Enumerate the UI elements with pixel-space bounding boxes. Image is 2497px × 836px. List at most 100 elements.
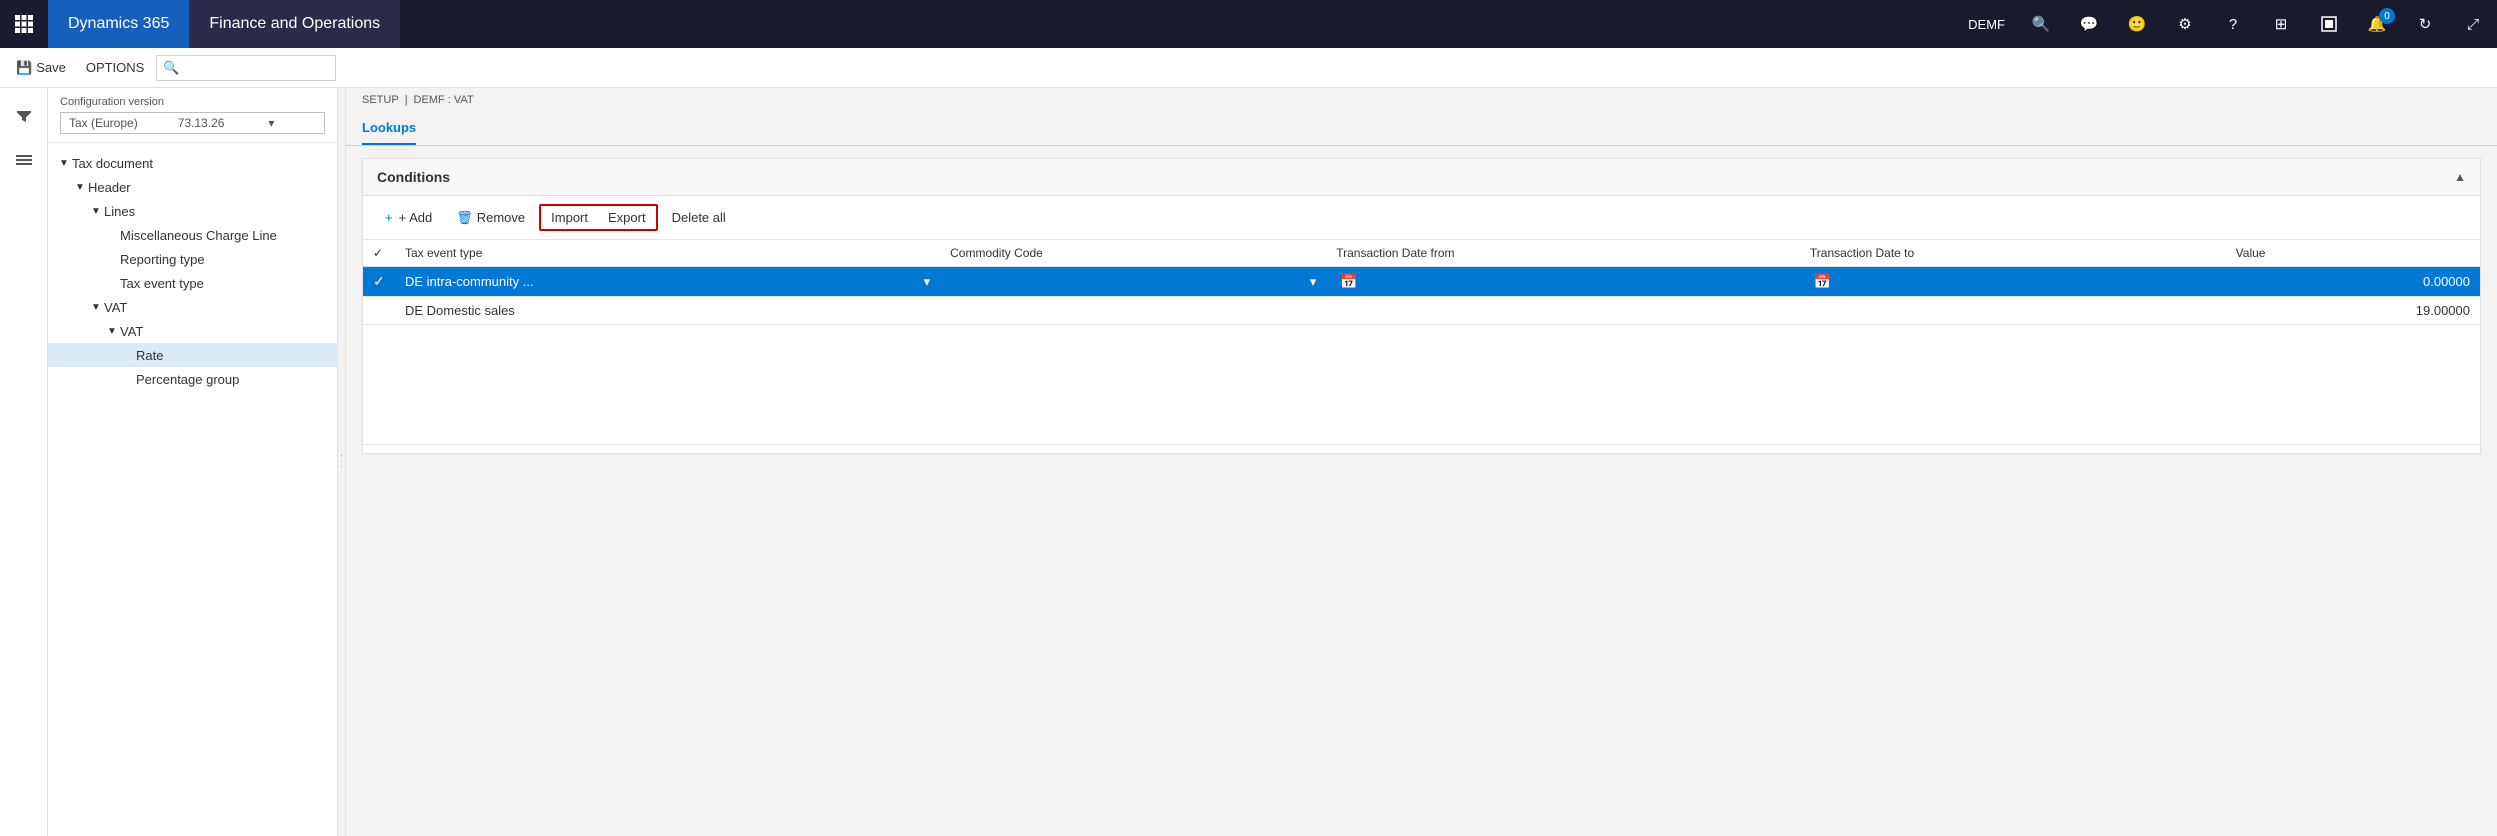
collapse-icon: ▲ [2454,170,2466,184]
tree-item-rate[interactable]: Rate [48,343,337,367]
row1-dropdown-icon[interactable]: ▾ [924,274,931,290]
toolbar-search[interactable]: 🔍 [156,55,336,81]
row1-commodity-code-cell[interactable]: ▾ [940,267,1326,297]
tabs-bar: Lookups [346,112,2497,146]
config-version-number: 73.13.26 [178,116,225,130]
row2-tax-event-value: DE Domestic sales [405,303,515,318]
save-icon: 💾 [16,60,32,76]
search-nav-button[interactable]: 🔍 [2017,0,2065,48]
row1-tax-event-type-cell[interactable]: DE intra-community ... ▾ [395,267,940,297]
row2-commodity-code-cell[interactable] [940,297,1326,325]
remove-button[interactable]: 🗑 Remove [446,206,535,230]
waffle-button[interactable] [0,0,48,48]
dropdown-icon: ▾ [268,116,274,130]
tree-item-misc-charge-line[interactable]: Miscellaneous Charge Line [48,223,337,247]
row2-value-cell[interactable]: 19.00000 [2226,297,2480,325]
row1-calendar-from-icon[interactable]: 📅 [1340,273,1357,290]
filter-icon-button[interactable] [4,96,44,136]
add-button[interactable]: + + Add [375,206,442,229]
grid-view-button[interactable]: ⊞ [2257,0,2305,48]
tree-item-vat-child[interactable]: ▼ VAT [48,319,337,343]
row1-date-from[interactable]: 📅 [1336,273,1790,290]
label-vat-child: VAT [120,324,143,339]
tree-item-tax-event-type[interactable]: Tax event type [48,271,337,295]
fullscreen-button[interactable]: ⤢ [2449,0,2497,48]
breadcrumb-setup: SETUP [362,94,399,106]
row1-tax-event-value: DE intra-community ... [405,274,534,289]
label-rate: Rate [136,348,163,363]
row2-tax-event-type-cell[interactable]: DE Domestic sales [395,297,940,325]
row2-check-cell [363,297,395,325]
menu-icon-button[interactable] [4,140,44,180]
row1-calendar-to-icon[interactable]: 📅 [1814,273,1831,290]
top-nav: Dynamics 365 Finance and Operations DEMF… [0,0,2497,48]
drag-handle[interactable]: ··· [338,88,346,836]
refresh-button[interactable]: ↻ [2401,0,2449,48]
tree-item-reporting-type[interactable]: Reporting type [48,247,337,271]
options-button[interactable]: OPTIONS [78,56,153,79]
toggle-vat-child: ▼ [104,323,120,339]
import-export-group: Import Export [539,204,657,231]
toggle-misc [104,227,120,243]
office-button[interactable] [2305,0,2353,48]
tree-item-lines[interactable]: ▼ Lines [48,199,337,223]
tree-panel: Configuration version Tax (Europe) 73.13… [48,88,338,836]
remove-icon: 🗑 [456,210,473,226]
conditions-section-header[interactable]: Conditions ▲ [363,159,2480,196]
toggle-header: ▼ [72,179,88,195]
tree-item-percentage-group[interactable]: Percentage group [48,367,337,391]
user-button[interactable]: 🙂 [2113,0,2161,48]
table-row[interactable]: ✓ DE intra-community ... ▾ [363,267,2480,297]
settings-button[interactable]: ⚙ [2161,0,2209,48]
row2-date-from-cell[interactable] [1326,297,1800,325]
export-button[interactable]: Export [598,206,656,229]
row1-checkmark: ✓ [373,273,385,290]
toggle-rate [120,347,136,363]
row2-date-to-cell[interactable] [1800,297,2226,325]
col-tax-event-type: Tax event type [395,240,940,267]
breadcrumb: SETUP | DEMF : VAT [346,88,2497,112]
row1-commodity-dropdown[interactable]: ▾ [1310,274,1317,290]
row1-date-from-cell[interactable]: 📅 [1326,267,1800,297]
table-header-row: ✓ Tax event type Commodity Code Transact… [363,240,2480,267]
tree-item-tax-document[interactable]: ▼ Tax document [48,151,337,175]
brand-area: Dynamics 365 Finance and Operations [48,0,400,48]
help-button[interactable]: ? [2209,0,2257,48]
save-button[interactable]: 💾 Save [8,56,74,80]
tab-lookups[interactable]: Lookups [362,112,416,145]
nav-right-area: DEMF 🔍 💬 🙂 ⚙ ? ⊞ 🔔 0 ↻ ⤢ [1956,0,2497,48]
tree-item-header[interactable]: ▼ Header [48,175,337,199]
row1-tax-event-select[interactable]: DE intra-community ... ▾ [405,274,930,290]
d365-label[interactable]: Dynamics 365 [48,0,189,48]
chat-button[interactable]: 💬 [2065,0,2113,48]
row1-commodity-select[interactable]: ▾ [950,274,1316,290]
toggle-tax-event [104,275,120,291]
add-icon: + [385,210,393,225]
row1-date-to-cell[interactable]: 📅 [1800,267,2226,297]
delete-all-button[interactable]: Delete all [662,206,736,229]
col-transaction-date-from: Transaction Date from [1326,240,1800,267]
search-icon: 🔍 [163,60,179,76]
notification-button[interactable]: 🔔 0 [2353,0,2401,48]
row1-value: 0.00000 [2423,274,2470,289]
conditions-table-wrapper: ✓ Tax event type Commodity Code Transact… [363,240,2480,453]
toggle-lines: ▼ [88,203,104,219]
conditions-toolbar: + + Add 🗑 Remove Import Export Delete [363,196,2480,240]
label-misc-charge-line: Miscellaneous Charge Line [120,228,277,243]
toggle-reporting [104,251,120,267]
label-vat-parent: VAT [104,300,127,315]
tree-content: ▼ Tax document ▼ Header ▼ Lines Miscella… [48,143,337,399]
toolbar: 💾 Save OPTIONS 🔍 [0,48,2497,88]
row1-date-to[interactable]: 📅 [1810,273,2216,290]
import-button[interactable]: Import [541,206,598,229]
config-name: Tax (Europe) [69,116,138,130]
col-transaction-date-to: Transaction Date to [1800,240,2226,267]
col-value: Value [2226,240,2480,267]
row1-value-cell[interactable]: 0.00000 [2226,267,2480,297]
config-version-select[interactable]: Tax (Europe) 73.13.26 ▾ [60,112,325,134]
col-commodity-code: Commodity Code [940,240,1326,267]
table-row[interactable]: DE Domestic sales [363,297,2480,325]
label-header: Header [88,180,131,195]
tree-item-vat-parent[interactable]: ▼ VAT [48,295,337,319]
conditions-table: ✓ Tax event type Commodity Code Transact… [363,240,2480,445]
